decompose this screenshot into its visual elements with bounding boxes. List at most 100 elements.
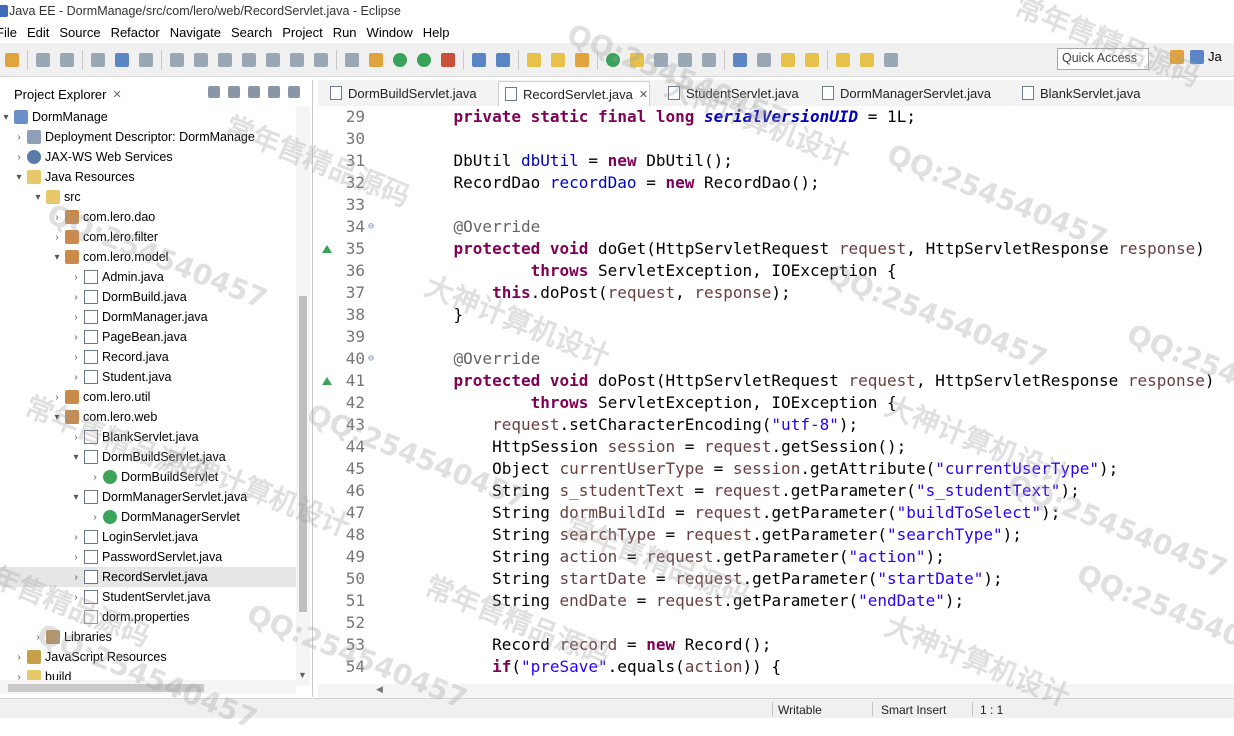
explorer-horizontal-scrollbar[interactable] bbox=[0, 680, 296, 694]
collapsed-chevron-icon[interactable]: › bbox=[51, 232, 63, 243]
save-icon[interactable] bbox=[36, 52, 50, 67]
expanded-chevron-icon[interactable]: ▾ bbox=[70, 492, 82, 503]
code-line[interactable]: 48 String searchType = request.getParame… bbox=[318, 524, 1234, 546]
last-edit-icon[interactable] bbox=[884, 52, 898, 67]
tree-item[interactable]: › JAX-WS Web Services bbox=[0, 147, 296, 167]
tree-item[interactable]: › DormManagerServlet bbox=[0, 507, 296, 527]
tree-item[interactable]: › RecordServlet.java bbox=[0, 567, 296, 587]
menu-source[interactable]: Source bbox=[54, 25, 105, 40]
expanded-chevron-icon[interactable]: ▾ bbox=[32, 192, 44, 203]
tree-item[interactable]: › StudentServlet.java bbox=[0, 587, 296, 607]
quick-access-input[interactable]: Quick Access bbox=[1057, 48, 1149, 70]
scroll-down-icon[interactable]: ▼ bbox=[298, 670, 307, 680]
code-line[interactable]: 33 bbox=[318, 194, 1234, 216]
tree-item[interactable]: › DormBuildServlet bbox=[0, 467, 296, 487]
expanded-chevron-icon[interactable]: ▾ bbox=[0, 112, 12, 123]
view-menu-icon[interactable] bbox=[248, 86, 260, 98]
code-line[interactable]: 32 RecordDao recordDao = new RecordDao()… bbox=[318, 172, 1234, 194]
suspend-icon[interactable] bbox=[194, 52, 208, 67]
globe-icon[interactable] bbox=[733, 52, 747, 67]
tree-item[interactable]: › PageBean.java bbox=[0, 327, 296, 347]
step-return-icon[interactable] bbox=[314, 52, 328, 67]
editor-tab[interactable]: BlankServlet.java bbox=[1016, 81, 1140, 105]
new-server-icon[interactable] bbox=[472, 52, 486, 67]
code-line[interactable]: 40 ⊖ @Override bbox=[318, 348, 1234, 370]
code-line[interactable]: 46 String s_studentText = request.getPar… bbox=[318, 480, 1234, 502]
collapsed-chevron-icon[interactable]: › bbox=[70, 312, 82, 323]
link-with-editor-icon[interactable] bbox=[228, 86, 240, 98]
disconnect-icon[interactable] bbox=[242, 52, 256, 67]
next-annotation-icon[interactable] bbox=[781, 52, 795, 67]
code-line[interactable]: 30 bbox=[318, 128, 1234, 150]
code-line[interactable]: 35 protected void doGet(HttpServletReque… bbox=[318, 238, 1234, 260]
code-line[interactable]: 38 } bbox=[318, 304, 1234, 326]
code-line[interactable]: 43 request.setCharacterEncoding("utf-8")… bbox=[318, 414, 1234, 436]
tree-item[interactable]: › Record.java bbox=[0, 347, 296, 367]
expanded-chevron-icon[interactable]: ▾ bbox=[51, 412, 63, 423]
step-over-icon[interactable] bbox=[290, 52, 304, 67]
terminal-icon[interactable] bbox=[115, 52, 129, 67]
menu-edit[interactable]: Edit bbox=[22, 25, 54, 40]
highlight-icon[interactable] bbox=[630, 52, 644, 67]
minimize-icon[interactable] bbox=[268, 86, 280, 98]
maximize-icon[interactable] bbox=[288, 86, 300, 98]
menu-search[interactable]: Search bbox=[226, 25, 277, 40]
menu-file[interactable]: File bbox=[0, 25, 22, 40]
collapsed-chevron-icon[interactable]: › bbox=[70, 272, 82, 283]
collapsed-chevron-icon[interactable]: › bbox=[70, 592, 82, 603]
toggle-mark-occurrences-icon[interactable] bbox=[606, 52, 620, 67]
save-all-icon[interactable] bbox=[60, 52, 74, 67]
collapsed-chevron-icon[interactable]: › bbox=[70, 432, 82, 443]
tree-item[interactable]: ▾ src bbox=[0, 187, 296, 207]
collapsed-chevron-icon[interactable]: › bbox=[89, 472, 101, 483]
collapsed-chevron-icon[interactable]: › bbox=[13, 152, 25, 163]
code-line[interactable]: 49 String action = request.getParameter(… bbox=[318, 546, 1234, 568]
collapsed-chevron-icon[interactable]: › bbox=[70, 572, 82, 583]
collapsed-chevron-icon[interactable]: › bbox=[51, 212, 63, 223]
collapsed-chevron-icon[interactable]: › bbox=[70, 552, 82, 563]
code-line[interactable]: 37 this.doPost(request, response); bbox=[318, 282, 1234, 304]
build-icon[interactable] bbox=[91, 52, 105, 67]
code-line[interactable]: 51 String endDate = request.getParameter… bbox=[318, 590, 1234, 612]
code-line[interactable]: 34 ⊖ @Override bbox=[318, 216, 1234, 238]
code-editor[interactable]: 29 private static final long serialVersi… bbox=[318, 106, 1234, 684]
search-task-icon[interactable] bbox=[575, 52, 589, 67]
collapsed-chevron-icon[interactable]: › bbox=[13, 652, 25, 663]
tree-item[interactable]: › JavaScript Resources bbox=[0, 647, 296, 667]
code-line[interactable]: 41 protected void doPost(HttpServletRequ… bbox=[318, 370, 1234, 392]
open-perspective-icon[interactable] bbox=[1170, 49, 1184, 64]
terminate-icon[interactable] bbox=[218, 52, 232, 67]
collapsed-chevron-icon[interactable]: › bbox=[89, 512, 101, 523]
collapsed-chevron-icon[interactable]: › bbox=[70, 532, 82, 543]
scroll-left-icon[interactable]: ◀ bbox=[376, 684, 383, 695]
menu-navigate[interactable]: Navigate bbox=[165, 25, 226, 40]
tree-item[interactable]: ▾ DormManagerServlet.java bbox=[0, 487, 296, 507]
tree-item[interactable]: ▾ Java Resources bbox=[0, 167, 296, 187]
collapsed-chevron-icon[interactable]: › bbox=[70, 372, 82, 383]
tree-item[interactable]: › LoginServlet.java bbox=[0, 527, 296, 547]
external-tools-icon[interactable] bbox=[369, 52, 383, 67]
tree-item[interactable]: › DormBuild.java bbox=[0, 287, 296, 307]
open-folder-icon[interactable] bbox=[551, 52, 565, 67]
perspective-switcher[interactable]: Ja bbox=[1170, 49, 1222, 64]
expanded-chevron-icon[interactable]: ▾ bbox=[51, 252, 63, 263]
editor-tab[interactable]: StudentServlet.java bbox=[662, 81, 799, 105]
scroll-thumb[interactable] bbox=[299, 296, 307, 612]
new-class-icon[interactable] bbox=[496, 52, 510, 67]
collapsed-chevron-icon[interactable]: › bbox=[70, 352, 82, 363]
skip-breakpoints-icon[interactable] bbox=[139, 52, 153, 67]
debug-icon[interactable] bbox=[393, 52, 407, 67]
scroll-thumb[interactable] bbox=[8, 684, 204, 692]
forward-icon[interactable] bbox=[860, 52, 874, 67]
menu-window[interactable]: Window bbox=[362, 25, 418, 40]
use-step-filters-icon[interactable] bbox=[345, 52, 359, 67]
code-line[interactable]: 45 Object currentUserType = session.getA… bbox=[318, 458, 1234, 480]
code-line[interactable]: 44 HttpSession session = request.getSess… bbox=[318, 436, 1234, 458]
java-ee-perspective-icon[interactable] bbox=[1190, 49, 1204, 64]
code-line[interactable]: 29 private static final long serialVersi… bbox=[318, 106, 1234, 128]
tree-item[interactable]: › PasswordServlet.java bbox=[0, 547, 296, 567]
code-line[interactable]: 54 if("preSave".equals(action)) { bbox=[318, 656, 1234, 678]
close-icon[interactable]: ✕ bbox=[112, 88, 121, 101]
collapsed-chevron-icon[interactable]: › bbox=[51, 392, 63, 403]
tree-item[interactable]: ▾ DormBuildServlet.java bbox=[0, 447, 296, 467]
